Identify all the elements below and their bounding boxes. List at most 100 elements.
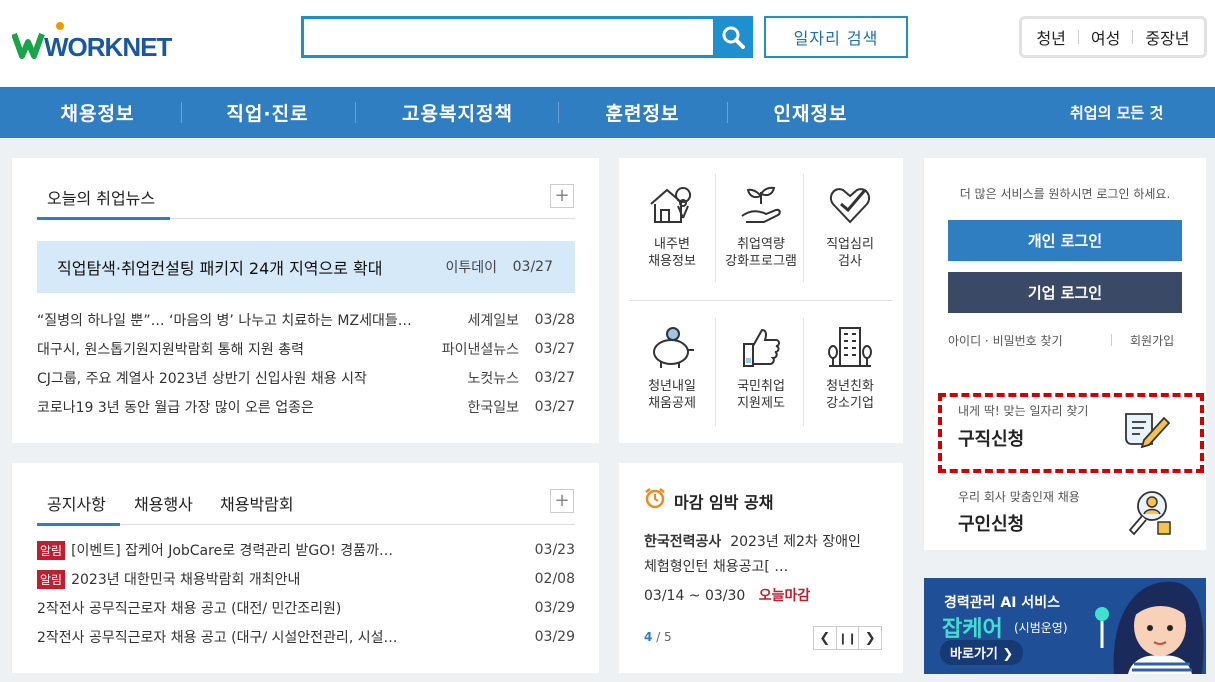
- tab-underline: [37, 523, 120, 526]
- deadline-period-row: 03/14 ~ 03/30 오늘마감: [644, 585, 810, 605]
- deadline-desc-line1: 2023년 제2차 장애인: [730, 534, 861, 550]
- alarm-clock-icon: [644, 487, 666, 513]
- notice-more-button[interactable]: +: [550, 489, 574, 513]
- service-label-line2: 채용정보: [648, 254, 696, 269]
- nav-item-jobs[interactable]: 채용정보: [40, 87, 155, 138]
- target-link-youth[interactable]: 청년: [1036, 25, 1065, 49]
- news-item-title: “질병의 하나일 뿐”… ‘마음의 병’ 나누고 치료하는 MZ세대들…: [37, 313, 412, 329]
- recruit-apply-link[interactable]: 구인신청: [958, 510, 1024, 536]
- login-notice: 더 많은 서비스를 원하시면 로그인 하세요.: [959, 187, 1171, 201]
- service-label-line1: 내주변: [654, 237, 690, 252]
- house-location-icon: [647, 182, 697, 228]
- news-item-title: 코로나19 3년 동안 월급 가장 많이 오른 업종은: [37, 400, 314, 416]
- company-login-button[interactable]: 기업 로그인: [948, 272, 1182, 313]
- nav-all-menu[interactable]: 취업의 모든 것: [1070, 87, 1163, 138]
- tab-today-news[interactable]: 오늘의 취업뉴스: [47, 185, 155, 209]
- service-youth-friendly-sme[interactable]: 청년친화 강소기업: [805, 324, 895, 412]
- news-highlight[interactable]: 직업탐색·취업컨설팅 패키지 24개 지역으로 확대 이투데이 03/27: [37, 241, 575, 293]
- building-icon: [825, 324, 875, 370]
- notice-item-date: 03/29: [534, 629, 575, 645]
- target-link-women[interactable]: 여성: [1091, 25, 1120, 49]
- nav-item-training[interactable]: 훈련정보: [585, 87, 700, 138]
- worknet-logo[interactable]: WORKNET: [11, 22, 173, 62]
- news-item[interactable]: 대구시, 원스톱기원지원박람회 통해 지원 총력 파이낸셜뉴스 03/27: [37, 339, 575, 359]
- divider: [355, 102, 356, 123]
- notice-item[interactable]: 알림 [이벤트] 잡케어 JobCare로 경력관리 받GO! 경품까… 03/2…: [37, 540, 575, 560]
- divider: [181, 102, 182, 123]
- next-icon[interactable]: ❯: [859, 627, 881, 649]
- job-apply-link[interactable]: 구직신청: [958, 425, 1024, 451]
- notice-item[interactable]: 2작전사 공무직근로자 채용 공고 (대전/ 민간조리원) 03/29: [37, 598, 575, 618]
- tab-underline: [37, 217, 170, 220]
- notice-item-title: 2작전사 공무직근로자 채용 공고 (대전/ 민간조리원): [37, 601, 342, 617]
- divider: [1111, 334, 1112, 346]
- notice-item-title: [이벤트] 잡케어 JobCare로 경력관리 받GO! 경품까…: [71, 543, 393, 559]
- page-current: 4: [644, 630, 653, 644]
- nav-item-welfare[interactable]: 고용복지정책: [385, 87, 530, 138]
- news-more-button[interactable]: +: [550, 184, 574, 208]
- news-item[interactable]: 코로나19 3년 동안 월급 가장 많이 오른 업종은 한국일보 03/27: [37, 397, 575, 417]
- notice-item-title: 2작전사 공무직근로자 채용 공고 (대구/ 시설안전관리, 시설…: [37, 630, 398, 646]
- notice-item-date: 02/08: [534, 571, 575, 587]
- heart-check-icon: [825, 182, 875, 228]
- pause-icon[interactable]: ❙❙: [837, 627, 860, 649]
- document-pen-icon: [1122, 408, 1172, 454]
- service-label-line1: 취업역량: [737, 237, 785, 252]
- deadline-job[interactable]: 한국전력공사 2023년 제2차 장애인 체험형인턴 채용공고[ …: [644, 530, 884, 580]
- alert-badge: 알림: [37, 541, 66, 560]
- notice-item-title: 2023년 대한민국 채용박람회 개최안내: [71, 572, 301, 588]
- service-nearby-jobs[interactable]: 내주변 채용정보: [627, 182, 717, 270]
- nav-item-career[interactable]: 직업·진로: [210, 87, 325, 138]
- banner-line1: 경력관리 AI 서비스: [944, 595, 1060, 611]
- tab-recruit-events[interactable]: 채용행사: [134, 491, 193, 515]
- tab-notices[interactable]: 공지사항: [47, 491, 106, 515]
- join-link[interactable]: 회원가입: [1130, 332, 1174, 349]
- divider: [558, 102, 559, 123]
- nav-item-talent[interactable]: 인재정보: [753, 87, 868, 138]
- news-item[interactable]: “질병의 하나일 뿐”… ‘마음의 병’ 나누고 치료하는 MZ세대들… 세계일…: [37, 310, 575, 330]
- target-link-middle-aged[interactable]: 중장년: [1145, 25, 1189, 49]
- target-links: 청년 여성 중장년: [1019, 16, 1207, 58]
- service-psych-test[interactable]: 직업심리 검사: [805, 182, 895, 270]
- deadline-title: 마감 임박 공채: [674, 493, 774, 512]
- find-id-password-link[interactable]: 아이디 · 비밀번호 찾기: [948, 332, 1063, 349]
- service-youth-savings[interactable]: 청년내일 채움공제: [627, 324, 717, 412]
- service-label-line2: 채움공제: [648, 396, 696, 411]
- notice-item-date: 03/23: [534, 542, 575, 558]
- news-item[interactable]: CJ그룹, 주요 계열사 2023년 상반기 신입사원 채용 시작 노컷뉴스 0…: [37, 368, 575, 388]
- service-label-line2: 강소기업: [826, 396, 874, 411]
- service-label-line1: 청년내일: [648, 379, 696, 394]
- divider: [1077, 30, 1079, 44]
- character-illustration: [1074, 578, 1206, 674]
- service-national-employment[interactable]: 국민취업 지원제도: [716, 324, 806, 412]
- notice-item[interactable]: 알림 2023년 대한민국 채용박람회 개최안내 02/08: [37, 569, 575, 589]
- deadline-status: 오늘마감: [758, 588, 811, 604]
- jobcare-banner[interactable]: 경력관리 AI 서비스 잡케어 (시범운영) 바로가기 ❯: [924, 578, 1206, 674]
- banner-go-button[interactable]: 바로가기 ❯: [940, 640, 1024, 665]
- header: WORKNET 일자리 검색 청년 여성 중장년: [0, 0, 1215, 87]
- news-item-source: 세계일보: [467, 313, 519, 329]
- piggy-bank-icon: [647, 324, 697, 370]
- job-apply-subtitle: 내게 딱! 맞는 일자리 찾기: [958, 404, 1089, 418]
- service-employability[interactable]: 취업역량 강화프로그램: [716, 182, 806, 270]
- deadline-period: 03/14 ~ 03/30: [644, 588, 746, 604]
- news-panel: 오늘의 취업뉴스 + 직업탐색·취업컨설팅 패키지 24개 지역으로 확대 이투…: [12, 158, 599, 443]
- job-search-button[interactable]: 일자리 검색: [764, 16, 908, 58]
- service-label-line2: 지원제도: [737, 396, 785, 411]
- notice-item[interactable]: 2작전사 공무직근로자 채용 공고 (대구/ 시설안전관리, 시설… 03/29: [37, 627, 575, 647]
- banner-trial: (시범운영): [1014, 621, 1068, 635]
- service-label-line2: 검사: [838, 254, 862, 269]
- divider: [727, 102, 728, 123]
- tab-job-fairs[interactable]: 채용박람회: [220, 491, 294, 515]
- news-item-date: 03/27: [534, 341, 575, 357]
- search-button[interactable]: [713, 16, 753, 58]
- deadline-desc-line2: 체험형인턴 채용공고[ …: [644, 559, 789, 575]
- svg-text:WORKNET: WORKNET: [44, 32, 172, 62]
- main-navigation: 채용정보 직업·진로 고용복지정책 훈련정보 인재정보 취업의 모든 것: [0, 87, 1215, 138]
- news-item-date: 03/27: [534, 370, 575, 386]
- pagination-controls: ❮ ❙❙ ❯: [813, 626, 882, 650]
- search-input[interactable]: [301, 16, 753, 58]
- service-label-line2: 강화프로그램: [725, 254, 797, 269]
- prev-icon[interactable]: ❮: [814, 627, 837, 649]
- personal-login-button[interactable]: 개인 로그인: [948, 220, 1182, 261]
